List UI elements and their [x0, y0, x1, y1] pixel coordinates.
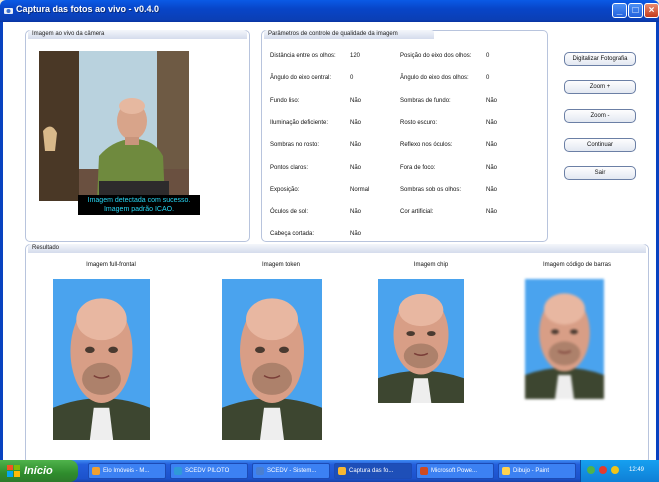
- param-label: Exposição:: [270, 186, 300, 193]
- param-value: Não: [486, 97, 498, 104]
- start-button[interactable]: Início: [0, 460, 78, 482]
- taskbar-item[interactable]: Dibujo - Paint: [498, 463, 576, 479]
- volume-icon[interactable]: [611, 466, 619, 474]
- taskbar-item-label: Elo Imóveis - M...: [103, 468, 150, 474]
- param-value: Não: [486, 119, 498, 126]
- taskbar-item[interactable]: Captura das fo...: [334, 463, 412, 479]
- zoom-out-button[interactable]: Zoom -: [564, 109, 636, 123]
- label-barcode: Imagem código de barras: [542, 262, 612, 268]
- param-value: Não: [350, 164, 362, 171]
- face-image: [53, 298, 150, 440]
- digitize-photo-button[interactable]: Digitalizar Fotografia: [564, 52, 636, 66]
- param-label: Reflexo nos óculos:: [400, 142, 453, 149]
- face-image: [525, 293, 604, 399]
- taskbar-item-label: SCEDV PILOTO: [185, 468, 230, 474]
- photo-full-frontal: [53, 279, 150, 440]
- app-icon: [420, 467, 428, 475]
- param-label: Ângulo do eixo central:: [270, 75, 332, 82]
- taskbar-item-label: SCEDV - Sistem...: [267, 468, 317, 474]
- taskbar-item[interactable]: SCEDV - Sistem...: [252, 463, 330, 479]
- photo-chip: [378, 279, 464, 403]
- param-value: 120: [350, 53, 361, 59]
- photo-token: [222, 279, 322, 440]
- window-title: Captura das fotos ao vivo - v0.4.0: [16, 4, 160, 14]
- maximize-button[interactable]: □: [628, 3, 643, 18]
- zoom-in-button[interactable]: Zoom +: [564, 80, 636, 94]
- windows-logo-icon: [7, 465, 20, 477]
- param-value: 0: [350, 75, 354, 82]
- photo-barcode: [525, 279, 604, 399]
- exit-button[interactable]: Sair: [564, 166, 636, 180]
- clock: 12:49: [629, 467, 645, 473]
- result-group: Resultado Imagem full-frontal Imagem tok…: [25, 244, 649, 464]
- param-value: Não: [350, 142, 362, 149]
- taskbar-item-label: Microsoft Powe...: [431, 468, 478, 474]
- param-value: 0: [486, 75, 490, 82]
- param-value: Não: [350, 97, 362, 104]
- taskbar-item[interactable]: Elo Imóveis - M...: [88, 463, 166, 479]
- face-image: [378, 293, 464, 403]
- param-label: Pontos claros:: [270, 164, 309, 171]
- camera-preview: [39, 51, 189, 201]
- window-client: Imagem ao vivo da câmera Imagem detectad…: [0, 22, 659, 464]
- label-full-frontal: Imagem full-frontal: [86, 262, 136, 268]
- detection-message-line1: Imagem detectada com sucesso.: [87, 197, 191, 204]
- param-value: Normal: [350, 186, 370, 193]
- param-label: Cabeça cortada:: [270, 231, 315, 238]
- taskbar-item-label: Captura das fo...: [349, 468, 394, 474]
- param-label: Fundo liso:: [270, 97, 300, 104]
- app-icon: [256, 467, 264, 475]
- app-icon: [338, 467, 346, 475]
- param-label: Posição do eixo dos olhos:: [400, 53, 472, 59]
- start-label: Início: [24, 465, 53, 477]
- param-label: Cor artificial:: [400, 209, 434, 216]
- network-icon[interactable]: [587, 466, 595, 474]
- param-label: Sombras de fundo:: [400, 97, 451, 104]
- param-label: Fora de foco:: [400, 164, 436, 171]
- param-value: Não: [486, 209, 498, 216]
- face-image: [222, 298, 322, 440]
- taskbar-item[interactable]: Microsoft Powe...: [416, 463, 494, 479]
- label-chip: Imagem chip: [413, 262, 449, 268]
- camera-group: Imagem ao vivo da câmera Imagem detectad…: [25, 30, 250, 242]
- label-token: Imagem token: [261, 262, 301, 268]
- param-label: Iluminação deficiente:: [270, 119, 329, 126]
- detection-message-line2: Imagem padrão ICAO.: [103, 206, 175, 213]
- close-button[interactable]: ×: [644, 3, 659, 18]
- param-label: Óculos de sol:: [270, 209, 309, 216]
- param-value: Não: [486, 142, 498, 149]
- title-bar[interactable]: Captura das fotos ao vivo - v0.4.0 _ □ ×: [0, 0, 659, 22]
- param-label: Sombras sob os olhos:: [400, 186, 462, 193]
- params-group: Parâmetros de controle de qualidade da i…: [261, 30, 548, 242]
- param-label: Distância entre os olhos:: [270, 53, 336, 59]
- detection-message: Imagem detectada com sucesso. Imagem pad…: [78, 195, 200, 215]
- minimize-button[interactable]: _: [612, 3, 627, 18]
- param-label: Sombras no rosto:: [270, 142, 320, 149]
- app-icon: [4, 8, 13, 14]
- taskbar-item-label: Dibujo - Paint: [513, 468, 550, 474]
- param-value: Não: [350, 231, 362, 238]
- app-icon: [174, 467, 182, 475]
- taskbar: Início Elo Imóveis - M... SCEDV PILOTO SCE…: [0, 460, 659, 482]
- param-value: Não: [350, 119, 362, 126]
- param-value: Não: [486, 186, 498, 193]
- param-value: Não: [350, 209, 362, 216]
- result-group-title: Resultado: [28, 244, 646, 253]
- camera-group-title: Imagem ao vivo da câmera: [28, 30, 247, 39]
- system-tray: 12:49: [580, 460, 659, 482]
- taskbar-item[interactable]: SCEDV PILOTO: [170, 463, 248, 479]
- param-label: Ângulo do eixo dos olhos:: [400, 75, 469, 82]
- shield-icon[interactable]: [599, 466, 607, 474]
- continue-button[interactable]: Continuar: [564, 138, 636, 152]
- param-value: 0: [486, 53, 490, 59]
- app-icon: [502, 467, 510, 475]
- param-value: Não: [486, 164, 498, 171]
- params-group-title: Parâmetros de controle de qualidade da i…: [264, 30, 434, 39]
- app-icon: [92, 467, 100, 475]
- param-label: Rosto escuro:: [400, 119, 438, 126]
- camera-image: [39, 51, 189, 201]
